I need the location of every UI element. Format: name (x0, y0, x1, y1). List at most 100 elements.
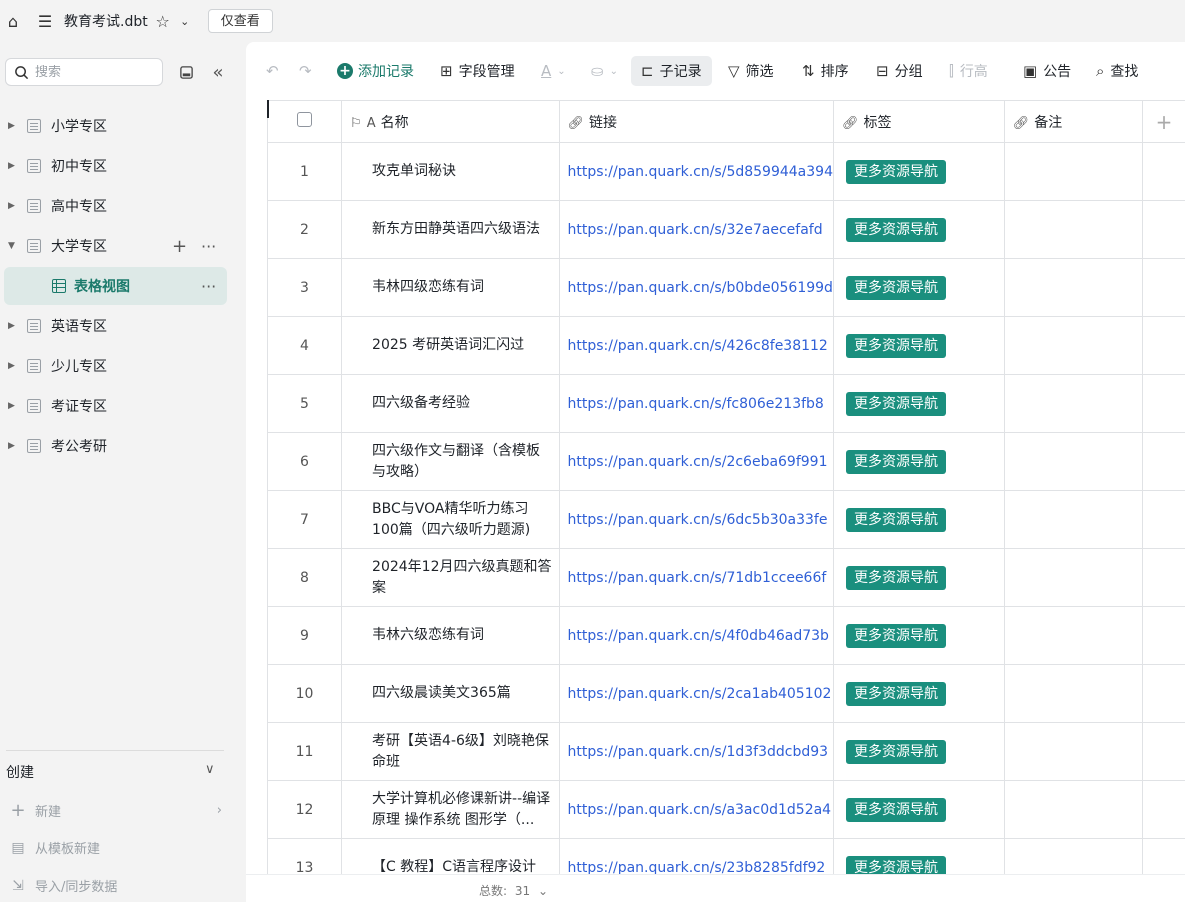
link-cell[interactable]: https://pan.quark.cn/s/426c8fe38112 (558, 316, 834, 375)
star-icon[interactable]: ☆ (152, 10, 174, 32)
more-icon[interactable]: ··· (201, 277, 216, 296)
note-cell[interactable] (1003, 258, 1143, 317)
column-header-link[interactable]: 🔗︎ 链接 (558, 100, 834, 143)
table-row[interactable]: 3 韦林四级恋练有词 https://pan.quark.cn/s/b0bde056… (267, 258, 1185, 317)
tag-pill[interactable]: 更多资源导航 (845, 333, 946, 358)
tag-pill[interactable]: 更多资源导航 (845, 739, 946, 764)
filter-button[interactable]: ▽ 筛选 (728, 56, 774, 86)
add-column-button[interactable]: + (1141, 100, 1185, 143)
note-cell[interactable] (1003, 664, 1143, 723)
note-cell[interactable] (1003, 606, 1143, 665)
table-row[interactable]: 6 四六级作文与翻译（含模板与攻略） https://pan.quark.cn/s/… (267, 432, 1185, 491)
tag-cell[interactable]: 更多资源导航 (832, 780, 1005, 839)
name-cell[interactable]: 韦林四级恋练有词 (341, 258, 560, 317)
tag-cell[interactable]: 更多资源导航 (832, 142, 1005, 201)
field-manage-button[interactable]: ⊞ 字段管理 (440, 56, 515, 86)
table-row[interactable]: 7 BBC与VOA精华听力练习100篇（四六级听力题源) https://pan.q… (267, 490, 1185, 549)
link-cell[interactable]: https://pan.quark.cn/s/2ca1ab405102 (558, 664, 834, 723)
sidebar-item-table-view[interactable]: 表格视图 ··· (4, 267, 227, 305)
sidebar-item-primary[interactable]: ▶ 小学专区 (0, 106, 246, 146)
note-cell[interactable] (1003, 432, 1143, 491)
table-row[interactable]: 5 四六级备考经验 https://pan.quark.cn/s/fc806e213… (267, 374, 1185, 433)
link-cell[interactable]: https://pan.quark.cn/s/5d859944a394 (558, 142, 834, 201)
tag-cell[interactable]: 更多资源导航 (832, 258, 1005, 317)
name-cell[interactable]: 四六级晨读美文365篇 (341, 664, 560, 723)
link-cell[interactable]: https://pan.quark.cn/s/4f0db46ad73b (558, 606, 834, 665)
find-button[interactable]: ⌕ 查找 (1096, 56, 1138, 86)
tag-cell[interactable]: 更多资源导航 (832, 374, 1005, 433)
select-all-cell[interactable] (267, 100, 343, 143)
expand-arrow-icon[interactable]: ▶ (8, 201, 15, 211)
column-header-name[interactable]: ⚐ A 名称 (341, 100, 560, 143)
collapse-arrow-icon[interactable]: ▼ (8, 241, 15, 251)
tag-pill[interactable]: 更多资源导航 (845, 159, 946, 184)
name-cell[interactable]: BBC与VOA精华听力练习100篇（四六级听力题源) (341, 490, 560, 549)
table-row[interactable]: 2 新东方田静英语四六级语法 https://pan.quark.cn/s/32e7… (267, 200, 1185, 259)
name-cell[interactable]: 四六级备考经验 (341, 374, 560, 433)
name-cell[interactable]: 攻克单词秘诀 (341, 142, 560, 201)
undo-button[interactable]: ↶ (266, 56, 285, 86)
note-cell[interactable] (1003, 200, 1143, 259)
table-row[interactable]: 11 考研【英语4-6级】刘晓艳保命班 https://pan.quark.cn/s… (267, 722, 1185, 781)
group-button[interactable]: ⊟ 分组 (876, 56, 923, 86)
collapse-sidebar-icon[interactable]: « (208, 62, 228, 83)
tag-pill[interactable]: 更多资源导航 (845, 681, 946, 706)
table-row[interactable]: 8 2024年12月四六级真题和答案 https://pan.quark.cn/s/… (267, 548, 1185, 607)
table-row[interactable]: 12 大学计算机必修课新讲--编译原理 操作系统 图形学（... https://p… (267, 780, 1185, 839)
tag-cell[interactable]: 更多资源导航 (832, 490, 1005, 549)
name-cell[interactable]: 大学计算机必修课新讲--编译原理 操作系统 图形学（... (341, 780, 560, 839)
link-cell[interactable]: https://pan.quark.cn/s/2c6eba69f991 (558, 432, 834, 491)
tag-pill[interactable]: 更多资源导航 (845, 797, 946, 822)
table-row[interactable]: 9 韦林六级恋练有词 https://pan.quark.cn/s/4f0db46a… (267, 606, 1185, 665)
search-input[interactable] (35, 64, 145, 80)
table-row[interactable]: 13 【C 教程】C语言程序设计 https://pan.quark.cn/s/23… (267, 838, 1185, 874)
note-cell[interactable] (1003, 548, 1143, 607)
sidebar-item-university[interactable]: ▼ 大学专区 + ··· (0, 226, 246, 266)
collapse-panel-icon[interactable] (176, 62, 196, 82)
create-heading[interactable]: 创建 (6, 762, 34, 782)
sidebar-item-english[interactable]: ▶ 英语专区 (0, 306, 246, 346)
note-cell[interactable] (1003, 838, 1143, 874)
name-cell[interactable]: 2025 考研英语词汇闪过 (341, 316, 560, 375)
note-cell[interactable] (1003, 490, 1143, 549)
link-cell[interactable]: https://pan.quark.cn/s/fc806e213fb8 (558, 374, 834, 433)
chevron-down-icon[interactable]: ⌄ (174, 10, 196, 32)
sidebar-item-junior[interactable]: ▶ 初中专区 (0, 146, 246, 186)
search-box[interactable] (5, 58, 163, 86)
from-template-item[interactable]: ▤ 从模板新建 (10, 838, 100, 858)
tag-cell[interactable]: 更多资源导航 (832, 606, 1005, 665)
name-cell[interactable]: 【C 教程】C语言程序设计 (341, 838, 560, 874)
tag-pill[interactable]: 更多资源导航 (845, 449, 946, 474)
total-count[interactable]: 总数: 31 ⌄ (479, 882, 548, 899)
note-cell[interactable] (1003, 780, 1143, 839)
name-cell[interactable]: 韦林六级恋练有词 (341, 606, 560, 665)
sidebar-item-civil-exam[interactable]: ▶ 考公考研 (0, 426, 246, 466)
add-icon[interactable]: + (172, 236, 187, 257)
tag-cell[interactable]: 更多资源导航 (832, 722, 1005, 781)
expand-arrow-icon[interactable]: ▶ (8, 321, 15, 331)
expand-arrow-icon[interactable]: ▶ (8, 361, 15, 371)
tag-pill[interactable]: 更多资源导航 (845, 217, 946, 242)
sub-record-button[interactable]: ⊏ 子记录 (631, 56, 712, 86)
tag-cell[interactable]: 更多资源导航 (832, 316, 1005, 375)
column-header-tag[interactable]: 🔗︎ 标签 (832, 100, 1005, 143)
tag-pill[interactable]: 更多资源导航 (845, 855, 946, 874)
note-cell[interactable] (1003, 722, 1143, 781)
expand-arrow-icon[interactable]: ▶ (8, 441, 15, 451)
tag-pill[interactable]: 更多资源导航 (845, 623, 946, 648)
link-cell[interactable]: https://pan.quark.cn/s/23b8285fdf92 (558, 838, 834, 874)
name-cell[interactable]: 新东方田静英语四六级语法 (341, 200, 560, 259)
tag-pill[interactable]: 更多资源导航 (845, 565, 946, 590)
table-row[interactable]: 1 攻克单词秘诀 https://pan.quark.cn/s/5d859944a3… (267, 142, 1185, 201)
sidebar-item-kids[interactable]: ▶ 少儿专区 (0, 346, 246, 386)
link-cell[interactable]: https://pan.quark.cn/s/6dc5b30a33fe (558, 490, 834, 549)
notice-button[interactable]: ▣ 公告 (1023, 56, 1071, 86)
link-cell[interactable]: https://pan.quark.cn/s/b0bde056199d (558, 258, 834, 317)
link-cell[interactable]: https://pan.quark.cn/s/71db1ccee66f (558, 548, 834, 607)
expand-arrow-icon[interactable]: ▶ (8, 121, 15, 131)
import-item[interactable]: ⇲ 导入/同步数据 (10, 876, 117, 896)
note-cell[interactable] (1003, 316, 1143, 375)
tag-cell[interactable]: 更多资源导航 (832, 548, 1005, 607)
home-icon[interactable]: ⌂ (2, 10, 24, 32)
sidebar-item-certificate[interactable]: ▶ 考证专区 (0, 386, 246, 426)
